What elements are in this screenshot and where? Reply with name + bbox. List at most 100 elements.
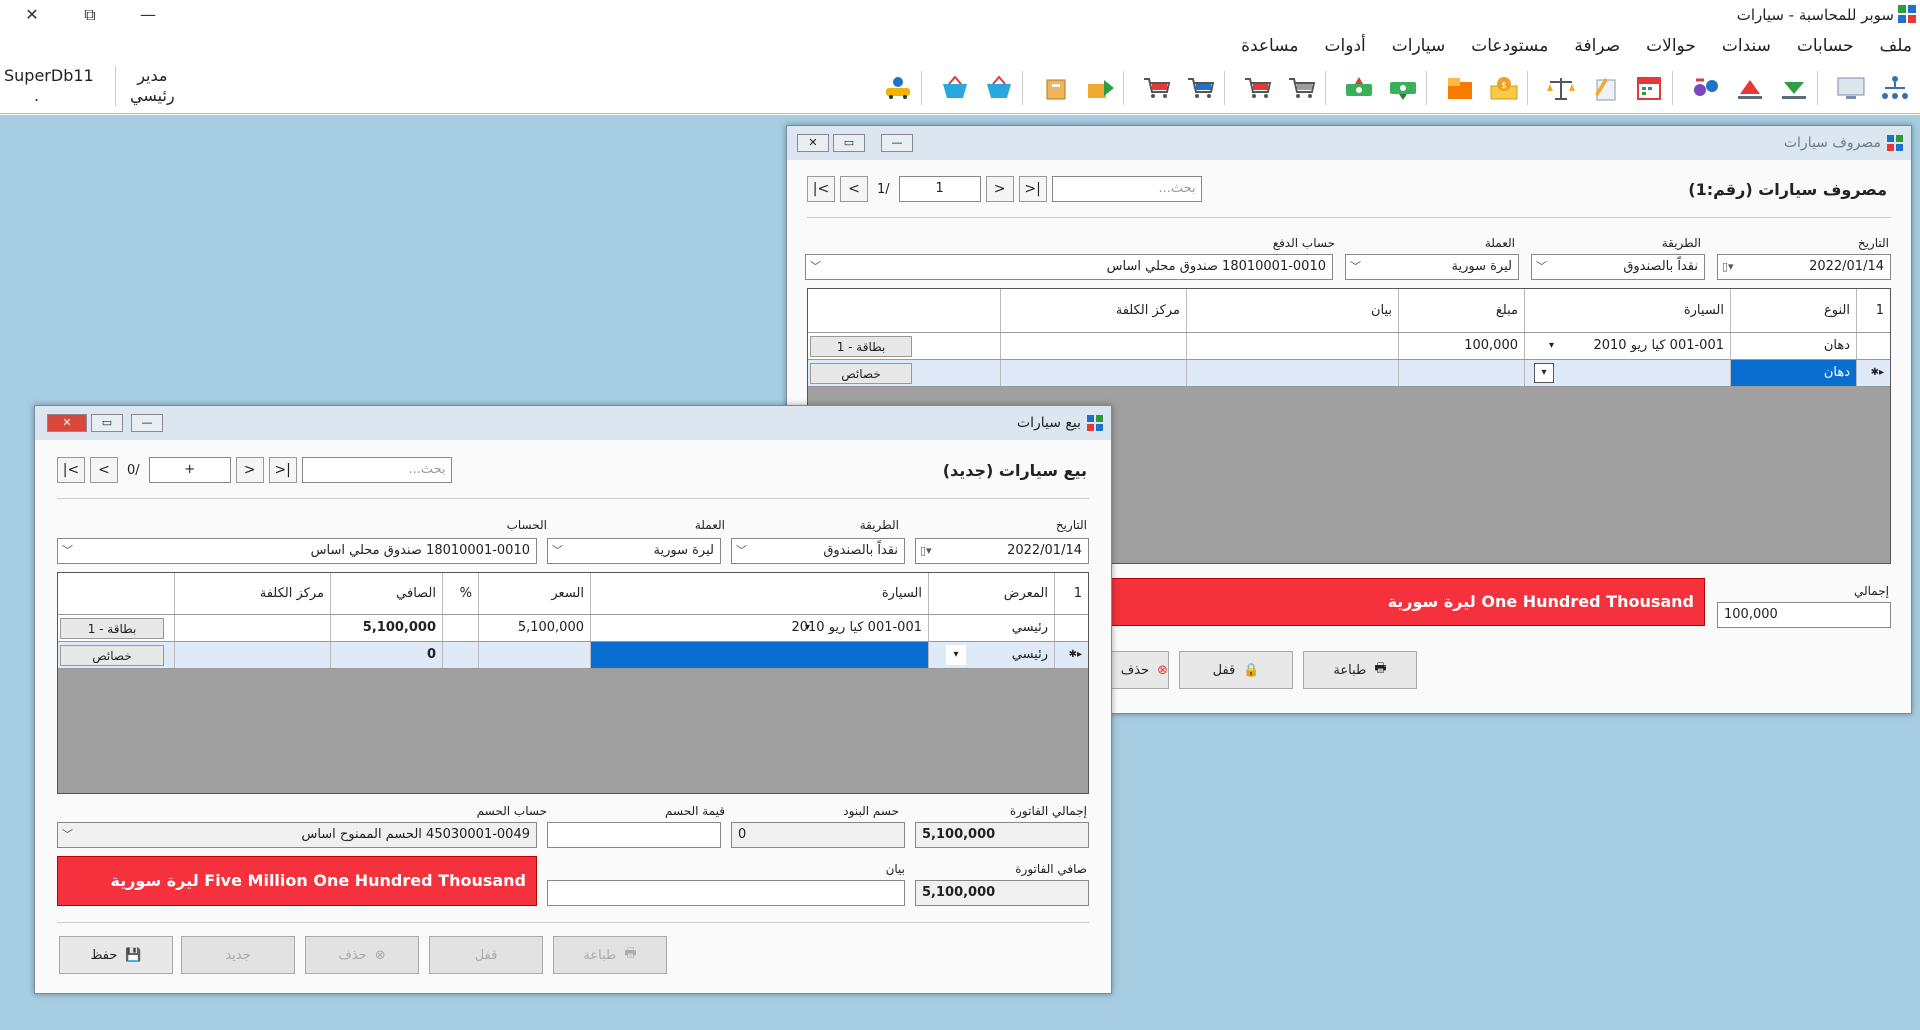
box-icon[interactable]: [1039, 73, 1073, 103]
monitor-icon[interactable]: [1834, 73, 1868, 103]
hierarchy-icon[interactable]: [1878, 73, 1912, 103]
prev-record-button[interactable]: <: [90, 457, 118, 483]
menu-transfers[interactable]: حوالات: [1646, 30, 1696, 62]
print-button[interactable]: 🖶 طباعة: [553, 936, 667, 974]
record-number-input[interactable]: +: [148, 457, 231, 483]
menu-accounts[interactable]: حسابات: [1797, 30, 1854, 62]
user-role: مدير رئيسي: [115, 66, 175, 106]
payment-account-select[interactable]: 18010001-0010 صندوق محلي اساس ﹀: [805, 254, 1333, 280]
lock-button[interactable]: 🔒 قفل: [1179, 651, 1293, 689]
expense-window-titlebar: مصروف سيارات: [787, 126, 1911, 160]
properties-button[interactable]: خصائص: [60, 645, 164, 666]
menu-bar: ملف حسابات سندات حوالات صرافة مستودعات سيارات أ…: [0, 30, 1920, 62]
new-button[interactable]: جديد: [181, 936, 295, 974]
search-input[interactable]: بحث...: [1051, 176, 1202, 202]
menu-help[interactable]: مساعدة: [1241, 30, 1298, 62]
menu-file[interactable]: ملف: [1880, 30, 1912, 62]
expense-restore-button[interactable]: ▭: [833, 134, 865, 152]
app-title: سوبر للمحاسبة - سيارات: [1736, 6, 1894, 24]
lock-button[interactable]: قفل: [429, 936, 543, 974]
cart-4-icon[interactable]: [1140, 73, 1174, 103]
method-select[interactable]: نقداً بالصندوق ﹀: [731, 538, 905, 564]
menu-warehouses[interactable]: مستودعات: [1471, 30, 1548, 62]
close-window-button[interactable]: ✕: [14, 3, 50, 27]
next-record-button[interactable]: >: [235, 457, 264, 483]
basket-1-icon[interactable]: [982, 73, 1016, 103]
cash-out-icon[interactable]: [1342, 73, 1376, 103]
discount-value-input[interactable]: [547, 822, 721, 848]
user-db: SuperDb11.: [4, 66, 94, 105]
next-record-button[interactable]: >: [985, 176, 1014, 202]
expense-nav: |< < 1/ 1 > >| بحث...: [807, 176, 1202, 202]
sale-nav: |< < 0/ + > >| بحث...: [57, 457, 452, 483]
pen-icon[interactable]: [1588, 73, 1622, 103]
menu-vouchers[interactable]: سندات: [1722, 30, 1771, 62]
first-record-button[interactable]: |<: [57, 457, 85, 483]
sale-window: بيع سيارات ✕ ▭ — |< < 0/ + > >| بحث... ب…: [34, 405, 1112, 994]
method-select[interactable]: نقداً بالصندوق ﹀: [1531, 254, 1705, 280]
card-button[interactable]: بطاقة - 1: [810, 336, 912, 357]
scale-icon[interactable]: [1544, 73, 1578, 103]
table-row[interactable]: رئيسي 001-001 كيا ريو 2010 ▾ 5,100,000 5…: [58, 615, 1088, 642]
table-row[interactable]: ▸✱ رئيسي ▾ 0 خصائص: [58, 642, 1088, 669]
exchange-icon[interactable]: [1689, 73, 1723, 103]
expense-close-button[interactable]: ✕: [797, 134, 829, 152]
save-button[interactable]: 💾 حفظ: [59, 936, 173, 974]
sale-grid: 1 المعرض السيارة السعر % الصافي مركز الك…: [57, 572, 1089, 794]
minimize-window-button[interactable]: —: [130, 3, 166, 27]
calendar-icon[interactable]: [1632, 73, 1666, 103]
cart-1-icon[interactable]: [1285, 73, 1319, 103]
total-words-banner: Five Million One Hundred Thousand ليرة س…: [57, 856, 537, 906]
invoice-total-label: إجمالي الفاتورة: [1009, 804, 1087, 818]
sale-restore-button[interactable]: ▭: [91, 414, 123, 432]
last-record-button[interactable]: >|: [268, 457, 297, 483]
arrow-down-icon[interactable]: [1777, 73, 1811, 103]
lock-icon: 🔒: [1243, 662, 1260, 678]
arrow-up-icon[interactable]: [1733, 73, 1767, 103]
total-label: إجمالي: [1853, 584, 1889, 598]
menu-tools[interactable]: أدوات: [1325, 30, 1366, 62]
sale-minimize-button[interactable]: —: [131, 414, 163, 432]
first-record-button[interactable]: |<: [807, 176, 835, 202]
prev-record-button[interactable]: <: [840, 176, 868, 202]
box-arrow-icon[interactable]: [1083, 73, 1117, 103]
currency-select[interactable]: ليرة سورية ﹀: [547, 538, 721, 564]
table-row[interactable]: ▸✱ دهان ▾ خصائص: [808, 360, 1890, 387]
svg-text:$: $: [1501, 81, 1507, 91]
date-field[interactable]: 2022/01/14 ▾▯: [915, 538, 1089, 564]
print-button[interactable]: 🖶 طباعة: [1303, 651, 1417, 689]
sale-header: بيع سيارات (جديد): [942, 461, 1087, 480]
search-input[interactable]: بحث...: [301, 457, 452, 483]
coin-envelope-icon[interactable]: $: [1487, 73, 1521, 103]
method-label: الطريقة: [859, 518, 899, 532]
basket-2-icon[interactable]: [938, 73, 972, 103]
sale-close-button[interactable]: ✕: [47, 414, 87, 432]
account-select[interactable]: 18010001-0010 صندوق محلي اساس ﹀: [57, 538, 537, 564]
discount-account-select[interactable]: 45030001-0049 الحسم الممنوح اساس ﹀: [57, 822, 537, 848]
sale-grid-header: 1 المعرض السيارة السعر % الصافي مركز الك…: [58, 573, 1088, 615]
restore-window-button[interactable]: ⧉: [72, 3, 108, 27]
cash-in-icon[interactable]: [1386, 73, 1420, 103]
car-user-icon[interactable]: [881, 73, 915, 103]
currency-select[interactable]: ليرة سورية ﹀: [1345, 254, 1519, 280]
total-words-banner: One Hundred Thousand ليرة سورية: [1107, 578, 1705, 626]
expense-minimize-button[interactable]: —: [881, 134, 913, 152]
date-field[interactable]: 2022/01/14 ▾▯: [1717, 254, 1891, 280]
table-row[interactable]: دهان 001-001 كيا ريو 2010 ▾ 100,000 بطاق…: [808, 333, 1890, 360]
card-button[interactable]: بطاقة - 1: [60, 618, 164, 639]
last-record-button[interactable]: >|: [1018, 176, 1047, 202]
record-number-input[interactable]: 1: [898, 176, 981, 202]
description-input[interactable]: [547, 880, 905, 906]
delete-button[interactable]: ⊗ حذف: [305, 936, 419, 974]
app-logo-icon: [1898, 5, 1916, 23]
properties-button[interactable]: خصائص: [810, 363, 912, 384]
menu-exchange[interactable]: صرافة: [1574, 30, 1620, 62]
cart-2-icon[interactable]: [1241, 73, 1275, 103]
menu-cars[interactable]: سيارات: [1392, 30, 1446, 62]
window-logo-icon: [1887, 135, 1903, 151]
cart-3-icon[interactable]: [1184, 73, 1218, 103]
description-label: بيان: [885, 862, 905, 876]
orange-box-icon[interactable]: [1443, 73, 1477, 103]
method-label: الطريقة: [1661, 236, 1701, 250]
date-label: التاريخ: [1055, 518, 1087, 532]
